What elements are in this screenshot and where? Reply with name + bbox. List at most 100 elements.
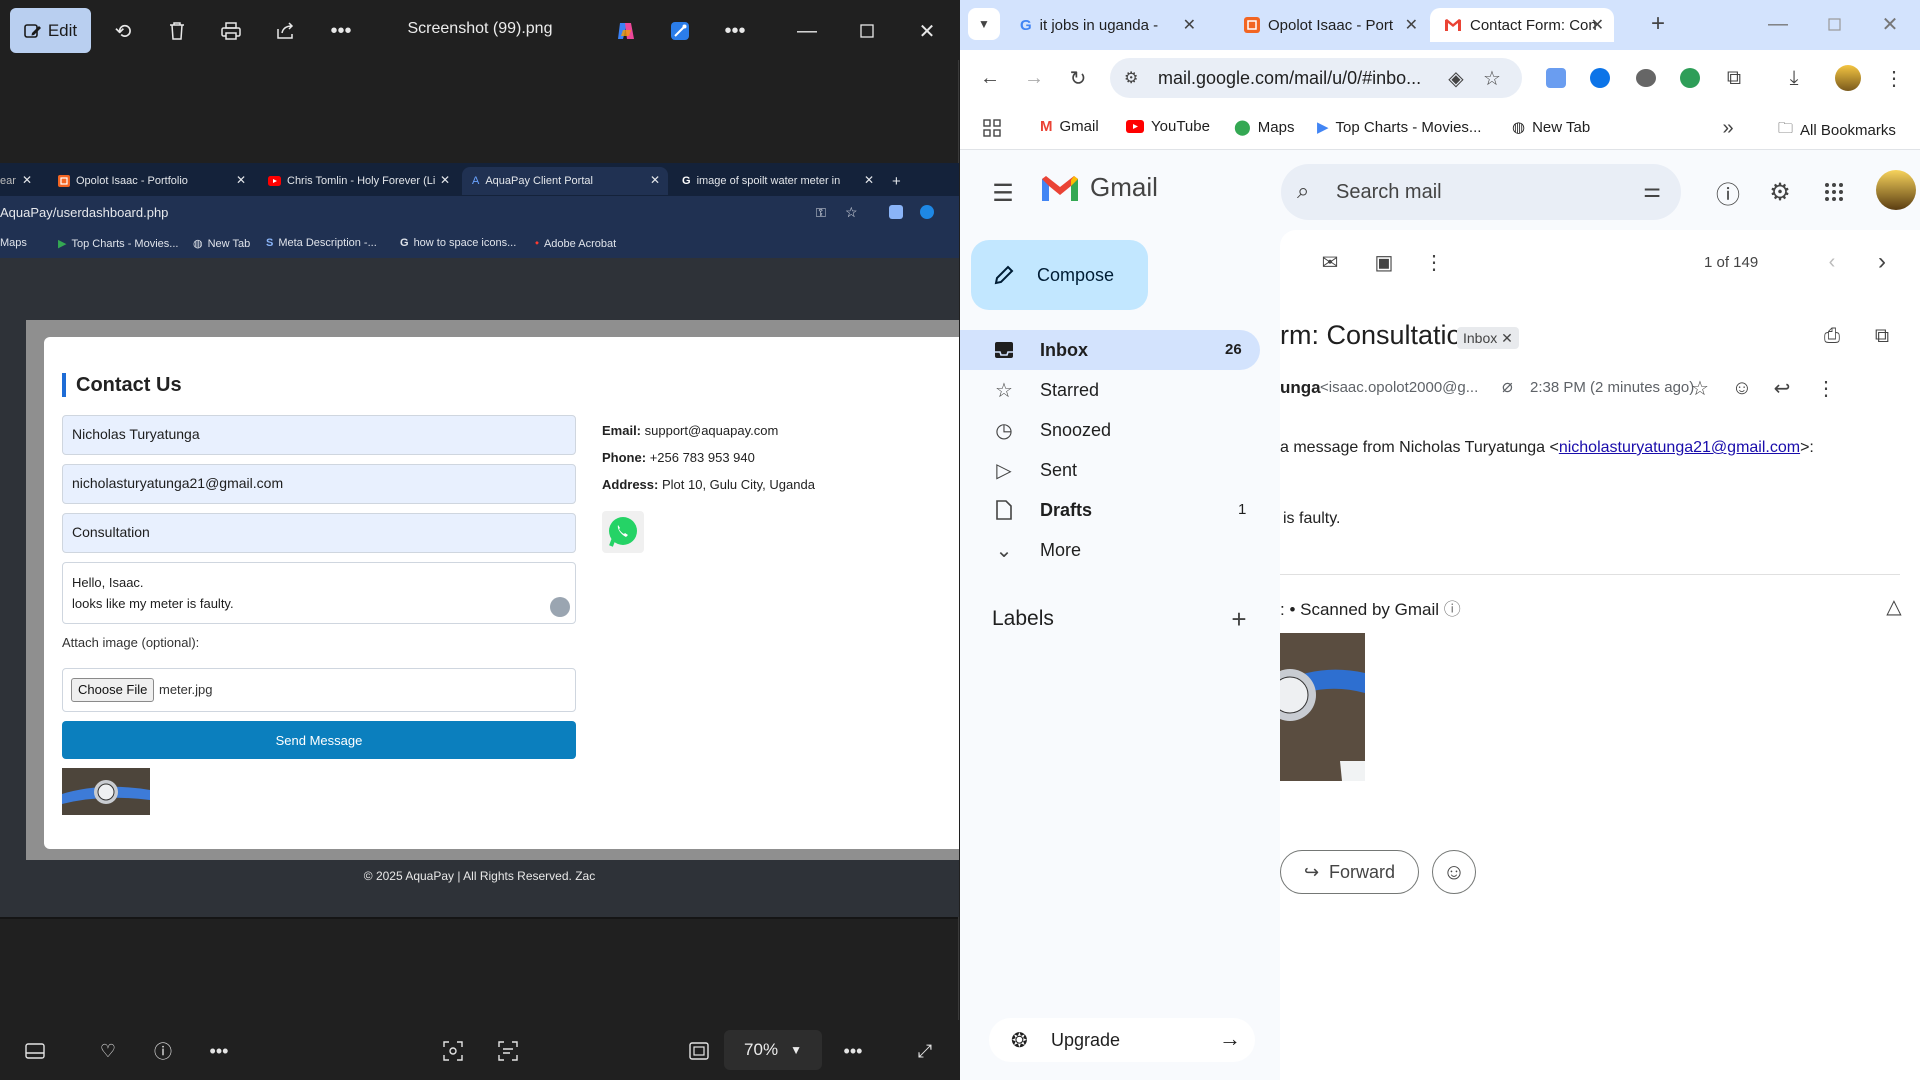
chrome-tab[interactable]: Opolot Isaac - Port ✕	[1230, 8, 1428, 42]
reply-icon[interactable]: ↩	[1768, 374, 1796, 402]
add-label-icon[interactable]: +	[1224, 604, 1254, 634]
shazam-icon[interactable]	[1586, 64, 1614, 92]
nav-inbox[interactable]: Inbox 26	[960, 330, 1260, 370]
viewer-titlebar: Edit ⟲ ••• Screenshot (99).png ••• — ✕	[0, 0, 959, 60]
nav-starred[interactable]: ☆ Starred	[960, 370, 1260, 410]
delete-icon[interactable]	[162, 16, 192, 46]
maximize-icon[interactable]	[852, 16, 882, 46]
visual-search-icon[interactable]	[438, 1036, 468, 1066]
more-vert-icon[interactable]: ⋮	[1420, 248, 1448, 276]
shot-bookmark: Maps	[0, 237, 27, 249]
filmstrip-icon[interactable]	[20, 1036, 50, 1066]
chrome-menu-icon[interactable]: ⋮	[1880, 64, 1908, 92]
info-icon[interactable]: ⓘ	[148, 1036, 178, 1066]
maximize-icon[interactable]	[1822, 12, 1846, 36]
rotate-icon[interactable]: ⟲	[108, 16, 138, 46]
gmail-logo[interactable]: Gmail	[1040, 172, 1158, 203]
reload-icon[interactable]: ↻	[1064, 64, 1092, 92]
text-scan-icon[interactable]	[493, 1036, 523, 1066]
newer-icon[interactable]: ‹	[1818, 248, 1846, 276]
close-icon: ✕	[649, 173, 660, 187]
star-icon: ☆	[845, 204, 858, 220]
more-icon[interactable]: •••	[838, 1036, 868, 1066]
all-bookmarks[interactable]: 🗀 All Bookmarks	[1778, 118, 1896, 143]
star-icon[interactable]: ☆	[1686, 374, 1714, 402]
google-apps-icon[interactable]	[1818, 176, 1850, 208]
clock-icon: ◷	[995, 419, 1013, 442]
overflow-icon[interactable]: •••	[720, 16, 750, 46]
nav-more[interactable]: ⌄ More	[960, 530, 1260, 570]
search-options-icon[interactable]: ⚌	[1643, 178, 1661, 203]
extension-icon	[889, 205, 903, 219]
emoji-icon[interactable]: ☺	[1728, 374, 1756, 402]
nav-snoozed[interactable]: ◷ Snoozed	[960, 410, 1260, 450]
bookmark-top-charts[interactable]: ▶ Top Charts - Movies...	[1317, 118, 1481, 137]
account-avatar[interactable]	[1876, 170, 1916, 210]
bookmark-maps[interactable]: ⬤ Maps	[1234, 118, 1294, 137]
upgrade-button[interactable]: ❂ Upgrade →	[989, 1018, 1255, 1062]
minimize-icon[interactable]: —	[1766, 12, 1790, 36]
close-icon[interactable]: ✕	[1405, 15, 1418, 35]
lens-icon[interactable]: ◈	[1442, 64, 1470, 92]
site-info-icon: ⚙	[1124, 70, 1139, 87]
chrome-tab[interactable]: G it jobs in uganda - ✕	[1006, 8, 1206, 42]
designer-icon[interactable]	[665, 16, 695, 46]
search-mail-input[interactable]: ⌕ Search mail ⚌	[1281, 164, 1681, 220]
nav-drafts[interactable]: Drafts 1	[960, 490, 1260, 530]
bookmark-star-icon[interactable]: ☆	[1478, 64, 1506, 92]
apps-grid-icon[interactable]	[980, 116, 1004, 140]
mark-unread-icon[interactable]: ✉	[1316, 248, 1344, 276]
settings-gear-icon[interactable]: ⚙	[1764, 176, 1796, 208]
chevron-double-right-icon[interactable]: »	[1716, 116, 1740, 140]
bookmark-youtube[interactable]: YouTube	[1126, 118, 1210, 135]
emoji-react-button[interactable]: ☺	[1432, 850, 1476, 894]
gmail-brand: Gmail	[1090, 172, 1158, 202]
tab-search-icon[interactable]: ▼	[968, 8, 1000, 40]
download-icon[interactable]: ⤓	[1780, 64, 1808, 92]
forward-icon[interactable]: →	[1020, 64, 1048, 92]
fit-screen-icon[interactable]	[684, 1036, 714, 1066]
close-icon[interactable]: ✕	[912, 16, 942, 46]
bookmark-new-tab[interactable]: ◍ New Tab	[1512, 118, 1590, 137]
new-tab-icon[interactable]: +	[1646, 10, 1670, 37]
sender-email-link[interactable]: nicholasturyatunga21@gmail.com	[1559, 439, 1800, 456]
older-icon[interactable]: ›	[1868, 248, 1896, 276]
edit-button[interactable]: Edit	[10, 8, 91, 53]
fullscreen-icon[interactable]: ⤢	[910, 1036, 940, 1066]
copilot-icon[interactable]	[611, 16, 641, 46]
close-icon[interactable]: ✕	[1183, 15, 1196, 35]
more-icon[interactable]: •••	[326, 16, 356, 46]
help-icon[interactable]: ⓘ	[1712, 176, 1744, 209]
android-extension-icon[interactable]	[1676, 64, 1704, 92]
open-new-window-icon[interactable]: ⧉	[1868, 322, 1896, 350]
puzzle-icon[interactable]: ⧉	[1720, 64, 1748, 92]
minimize-icon[interactable]: —	[792, 16, 822, 46]
file-name: meter.jpg	[159, 682, 213, 697]
extension-icon[interactable]	[1542, 64, 1570, 92]
profile-avatar[interactable]	[1834, 64, 1862, 92]
close-icon: ✕	[21, 173, 32, 187]
chat-extension-icon[interactable]	[1632, 64, 1660, 92]
attachment-thumbnail[interactable]	[1280, 633, 1365, 781]
google-icon: G	[682, 175, 691, 187]
chrome-tab-active[interactable]: Contact Form: Con ✕	[1430, 8, 1614, 42]
share-icon[interactable]	[271, 16, 301, 46]
close-window-icon[interactable]: ✕	[1878, 12, 1902, 36]
nav-sent[interactable]: ▷ Sent	[960, 450, 1260, 490]
main-menu-icon[interactable]: ☰	[988, 178, 1018, 208]
inbox-badge[interactable]: Inbox ✕	[1457, 327, 1519, 349]
zoom-dropdown[interactable]: 70% ▼	[724, 1030, 822, 1070]
bookmark-gmail[interactable]: M Gmail	[1040, 118, 1099, 135]
forward-button[interactable]: ↪ Forward	[1280, 850, 1419, 894]
more-vert-icon[interactable]: ⋮	[1812, 374, 1840, 402]
more-icon[interactable]: •••	[204, 1036, 234, 1066]
favorite-icon[interactable]: ♡	[93, 1036, 123, 1066]
move-to-icon[interactable]: ▣	[1370, 248, 1398, 276]
compose-button[interactable]: Compose	[971, 240, 1148, 310]
print-icon[interactable]	[216, 16, 246, 46]
close-icon[interactable]: ✕	[1591, 15, 1604, 35]
back-icon[interactable]: ←	[976, 64, 1004, 92]
print-icon[interactable]: ⎙	[1818, 322, 1846, 350]
add-to-drive-icon[interactable]: △	[1880, 592, 1908, 620]
close-icon[interactable]: ✕	[1501, 330, 1513, 346]
